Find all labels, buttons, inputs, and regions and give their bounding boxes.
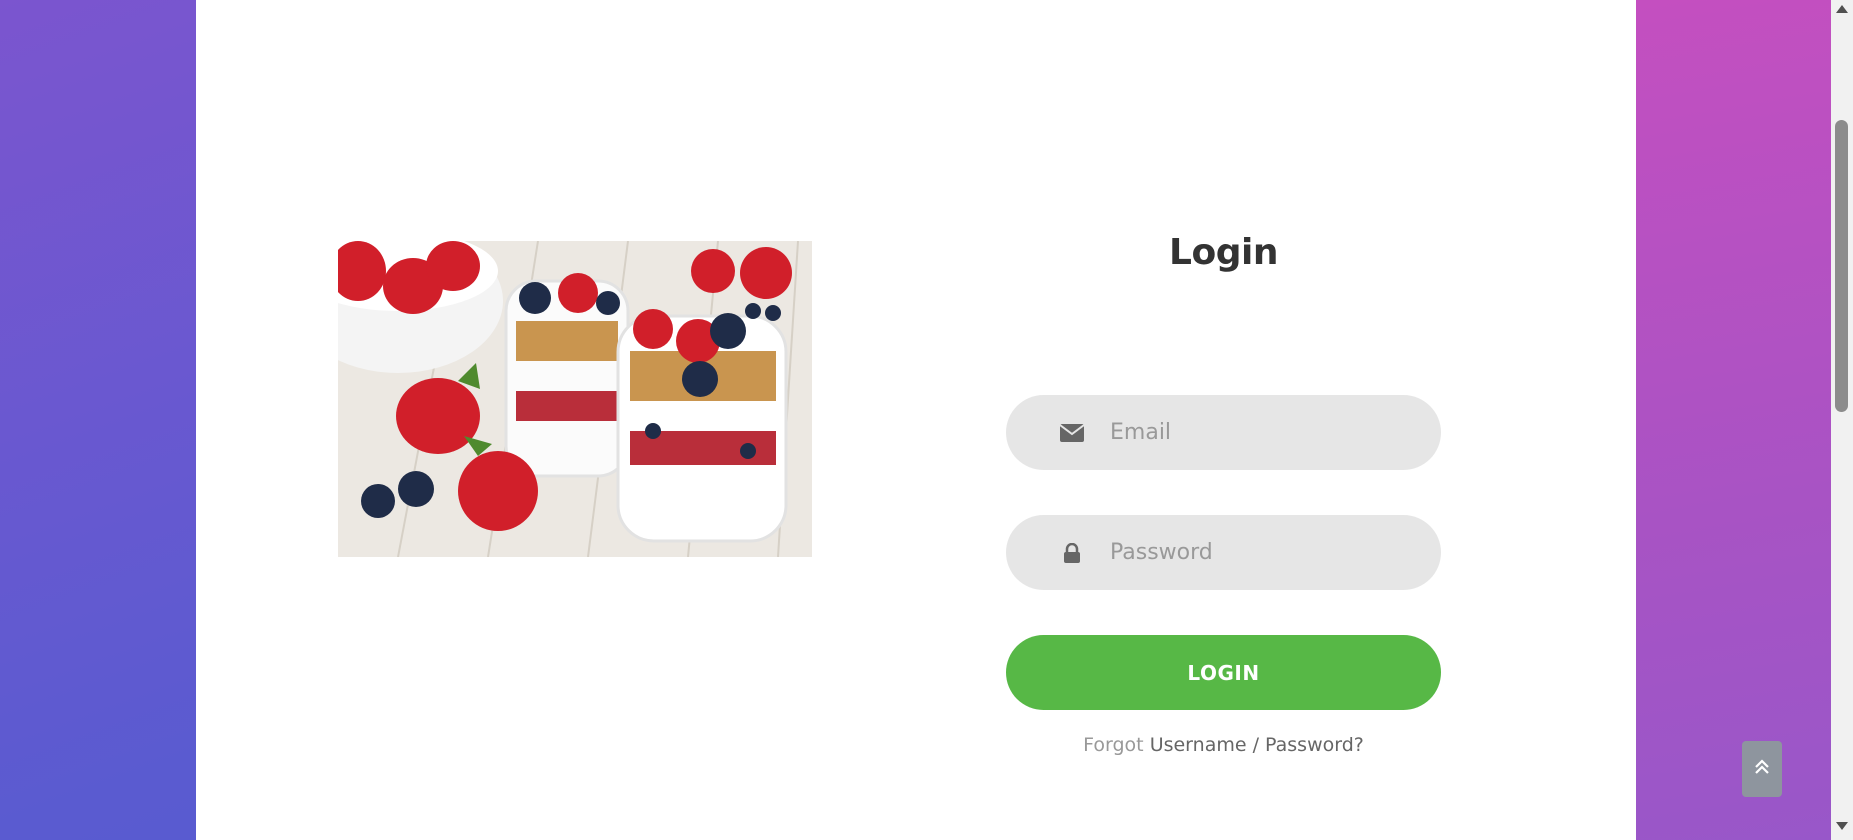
- envelope-icon: [1058, 419, 1086, 447]
- login-button[interactable]: LOGIN: [1006, 635, 1441, 710]
- email-field[interactable]: [1006, 395, 1441, 470]
- vertical-scrollbar[interactable]: [1831, 0, 1853, 840]
- back-to-top-button[interactable]: [1742, 741, 1782, 797]
- scroll-down-icon[interactable]: [1836, 822, 1848, 830]
- login-title: Login: [1169, 232, 1278, 273]
- background-right: [1636, 0, 1853, 840]
- password-field[interactable]: [1006, 515, 1441, 590]
- forgot-link[interactable]: Username / Password?: [1150, 734, 1364, 756]
- email-input[interactable]: [1108, 419, 1412, 446]
- hero-image: [338, 241, 812, 557]
- forgot-credentials: Forgot Username / Password?: [1006, 734, 1441, 756]
- double-chevron-up-icon: [1754, 758, 1770, 781]
- scroll-up-icon[interactable]: [1836, 5, 1848, 13]
- forgot-prefix: Forgot: [1083, 734, 1144, 756]
- lock-icon: [1058, 539, 1086, 567]
- password-input[interactable]: [1108, 539, 1412, 566]
- scrollbar-thumb[interactable]: [1835, 120, 1848, 412]
